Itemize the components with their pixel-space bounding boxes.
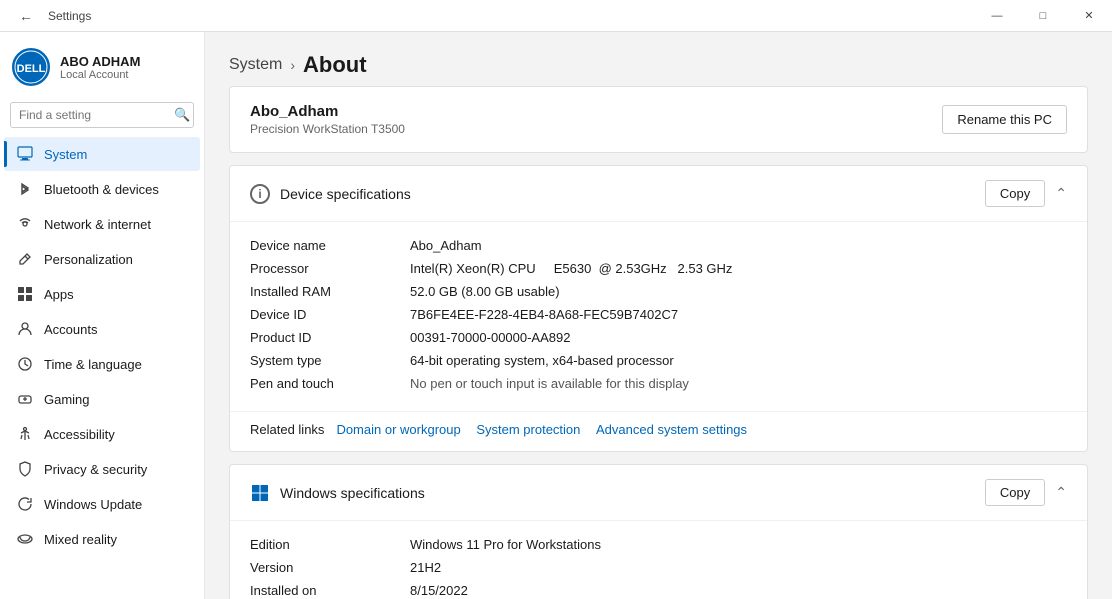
privacy-icon bbox=[16, 460, 34, 478]
sidebar-item-bluetooth[interactable]: Bluetooth & devices bbox=[4, 172, 200, 206]
rename-pc-button[interactable]: Rename this PC bbox=[942, 105, 1067, 134]
device-specs-copy-button[interactable]: Copy bbox=[985, 180, 1045, 207]
monitor-icon bbox=[16, 145, 34, 163]
profile-info: ABO ADHAM Local Account bbox=[60, 54, 140, 81]
clock-icon bbox=[16, 355, 34, 373]
update-icon bbox=[16, 495, 34, 513]
sidebar-item-accounts[interactable]: Accounts bbox=[4, 312, 200, 346]
related-links-label: Related links bbox=[250, 422, 324, 437]
sidebar-label-update: Windows Update bbox=[44, 497, 142, 512]
main-content: System › About Abo_Adham Precision WorkS… bbox=[205, 32, 1112, 599]
breadcrumb-separator: › bbox=[290, 57, 295, 73]
spec-row-system-type: System type 64-bit operating system, x64… bbox=[250, 349, 1067, 372]
spec-row-installed-on: Installed on 8/15/2022 bbox=[250, 579, 1067, 599]
sidebar-item-time[interactable]: Time & language bbox=[4, 347, 200, 381]
breadcrumb: System › About bbox=[229, 52, 1088, 78]
breadcrumb-current: About bbox=[303, 52, 367, 78]
avatar: DELL bbox=[12, 48, 50, 86]
sidebar-item-system[interactable]: System bbox=[4, 137, 200, 171]
sidebar-item-network[interactable]: Network & internet bbox=[4, 207, 200, 241]
spec-row-edition: Edition Windows 11 Pro for Workstations bbox=[250, 533, 1067, 556]
network-icon bbox=[16, 215, 34, 233]
profile-name: ABO ADHAM bbox=[60, 54, 140, 69]
windows-specs-title: Windows specifications bbox=[280, 485, 425, 501]
bluetooth-icon bbox=[16, 180, 34, 198]
windows-specs-chevron-icon[interactable]: ⌃ bbox=[1055, 484, 1067, 501]
spec-row-device-id: Device ID 7B6FE4EE-F228-4EB4-8A68-FEC59B… bbox=[250, 303, 1067, 326]
device-specs-body: Device name Abo_Adham Processor Intel(R)… bbox=[230, 222, 1087, 411]
titlebar: ← Settings — □ ✕ bbox=[0, 0, 1112, 32]
device-specs-card: i Device specifications Copy ⌃ Device na… bbox=[229, 165, 1088, 452]
profile-type: Local Account bbox=[60, 69, 140, 81]
svg-text:DELL: DELL bbox=[17, 63, 46, 75]
spec-row-processor: Processor Intel(R) Xeon(R) CPU E5630 @ 2… bbox=[250, 257, 1067, 280]
minimize-button[interactable]: — bbox=[974, 0, 1020, 32]
device-specs-table: Device name Abo_Adham Processor Intel(R)… bbox=[250, 234, 1067, 395]
mixed-icon bbox=[16, 530, 34, 548]
related-links: Related links Domain or workgroup System… bbox=[230, 411, 1087, 451]
sidebar-label-mixed: Mixed reality bbox=[44, 532, 117, 547]
pc-card: Abo_Adham Precision WorkStation T3500 Re… bbox=[229, 86, 1088, 153]
spec-row-ram: Installed RAM 52.0 GB (8.00 GB usable) bbox=[250, 280, 1067, 303]
titlebar-title: Settings bbox=[48, 9, 91, 23]
windows-specs-card: Windows specifications Copy ⌃ Edition Wi… bbox=[229, 464, 1088, 599]
pc-model: Precision WorkStation T3500 bbox=[250, 122, 405, 136]
spec-row-device-name: Device name Abo_Adham bbox=[250, 234, 1067, 257]
brush-icon bbox=[16, 250, 34, 268]
sidebar: DELL ABO ADHAM Local Account 🔍 System bbox=[0, 32, 205, 599]
windows-specs-header: Windows specifications Copy ⌃ bbox=[230, 465, 1087, 521]
sidebar-nav: System Bluetooth & devices Network & int… bbox=[0, 136, 204, 557]
person-icon bbox=[16, 320, 34, 338]
related-link-domain[interactable]: Domain or workgroup bbox=[336, 422, 460, 437]
sidebar-label-accessibility: Accessibility bbox=[44, 427, 115, 442]
windows-logo-icon bbox=[250, 483, 270, 503]
back-arrow[interactable]: ← bbox=[12, 2, 40, 30]
sidebar-item-mixed[interactable]: Mixed reality bbox=[4, 522, 200, 556]
windows-specs-copy-button[interactable]: Copy bbox=[985, 479, 1045, 506]
sidebar-label-system: System bbox=[44, 147, 87, 162]
search-icon: 🔍 bbox=[174, 107, 190, 123]
sidebar-item-privacy[interactable]: Privacy & security bbox=[4, 452, 200, 486]
accessibility-icon bbox=[16, 425, 34, 443]
windows-specs-body: Edition Windows 11 Pro for Workstations … bbox=[230, 521, 1087, 599]
apps-icon bbox=[16, 285, 34, 303]
related-link-protection[interactable]: System protection bbox=[476, 422, 580, 437]
sidebar-label-bluetooth: Bluetooth & devices bbox=[44, 182, 159, 197]
sidebar-label-apps: Apps bbox=[44, 287, 74, 302]
windows-specs-table: Edition Windows 11 Pro for Workstations … bbox=[250, 533, 1067, 599]
sidebar-label-gaming: Gaming bbox=[44, 392, 90, 407]
sidebar-item-apps[interactable]: Apps bbox=[4, 277, 200, 311]
sidebar-item-personalization[interactable]: Personalization bbox=[4, 242, 200, 276]
spec-row-version: Version 21H2 bbox=[250, 556, 1067, 579]
sidebar-label-personalization: Personalization bbox=[44, 252, 133, 267]
device-specs-title: Device specifications bbox=[280, 186, 411, 202]
related-link-advanced[interactable]: Advanced system settings bbox=[596, 422, 747, 437]
sidebar-item-update[interactable]: Windows Update bbox=[4, 487, 200, 521]
breadcrumb-system[interactable]: System bbox=[229, 56, 282, 74]
spec-row-pen-touch: Pen and touch No pen or touch input is a… bbox=[250, 372, 1067, 395]
sidebar-label-network: Network & internet bbox=[44, 217, 151, 232]
sidebar-item-accessibility[interactable]: Accessibility bbox=[4, 417, 200, 451]
info-icon: i bbox=[250, 184, 270, 204]
device-specs-header: i Device specifications Copy ⌃ bbox=[230, 166, 1087, 222]
device-specs-chevron-icon[interactable]: ⌃ bbox=[1055, 185, 1067, 202]
profile-section: DELL ABO ADHAM Local Account bbox=[0, 32, 204, 98]
search-input[interactable] bbox=[19, 108, 174, 122]
sidebar-label-privacy: Privacy & security bbox=[44, 462, 147, 477]
search-box[interactable]: 🔍 bbox=[10, 102, 194, 128]
pc-name: Abo_Adham bbox=[250, 103, 405, 120]
sidebar-item-gaming[interactable]: Gaming bbox=[4, 382, 200, 416]
gaming-icon bbox=[16, 390, 34, 408]
maximize-button[interactable]: □ bbox=[1020, 0, 1066, 32]
sidebar-label-accounts: Accounts bbox=[44, 322, 97, 337]
sidebar-label-time: Time & language bbox=[44, 357, 142, 372]
close-button[interactable]: ✕ bbox=[1066, 0, 1112, 32]
spec-row-product-id: Product ID 00391-70000-00000-AA892 bbox=[250, 326, 1067, 349]
